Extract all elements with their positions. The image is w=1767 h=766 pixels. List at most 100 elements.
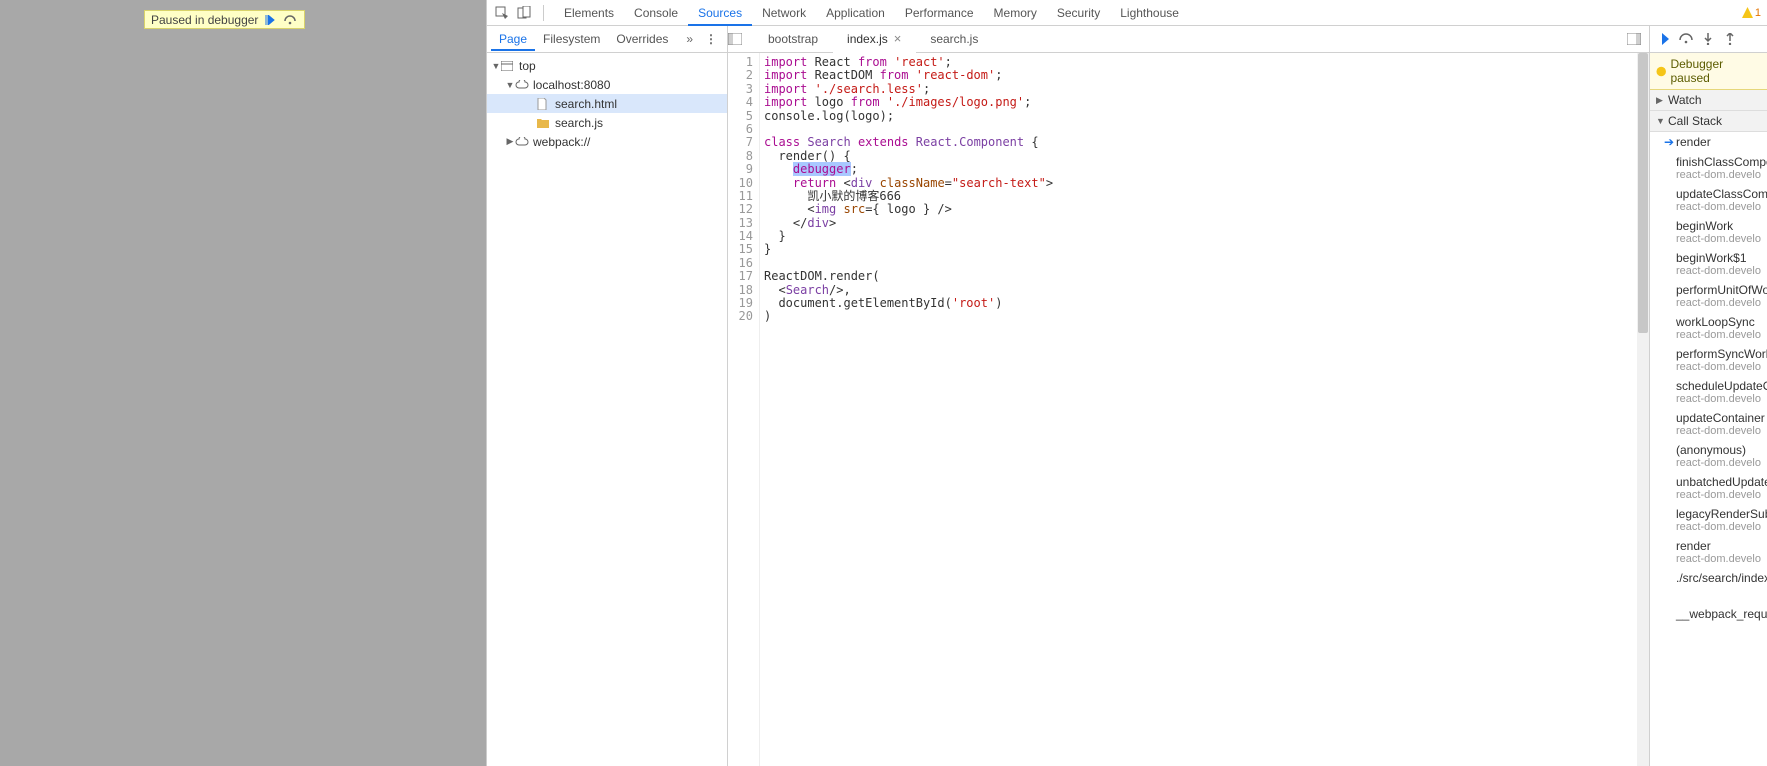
tab-memory[interactable]: Memory bbox=[984, 1, 1047, 25]
line-number[interactable]: 12 bbox=[728, 203, 753, 216]
code-line[interactable]: console.log(logo); bbox=[764, 110, 1649, 123]
line-number[interactable]: 7 bbox=[728, 136, 753, 149]
editor-scrollbar[interactable] bbox=[1637, 53, 1649, 766]
code-line[interactable]: import ReactDOM from 'react-dom'; bbox=[764, 69, 1649, 82]
resume-icon[interactable] bbox=[262, 12, 278, 28]
stack-frame[interactable]: unbatchedUpdatesreact-dom.develo bbox=[1650, 472, 1767, 504]
editor-tab[interactable]: search.js bbox=[916, 26, 993, 53]
code-line[interactable] bbox=[764, 123, 1649, 136]
stack-frame[interactable]: beginWork$1react-dom.develo bbox=[1650, 248, 1767, 280]
tab-security[interactable]: Security bbox=[1047, 1, 1110, 25]
line-number[interactable]: 16 bbox=[728, 257, 753, 270]
tree-item[interactable]: ▼top bbox=[487, 56, 727, 75]
code-line[interactable]: <img src={ logo } /> bbox=[764, 203, 1649, 216]
line-number[interactable]: 1 bbox=[728, 56, 753, 69]
step-over-button[interactable] bbox=[1678, 31, 1694, 47]
code-line[interactable]: document.getElementById('root') bbox=[764, 297, 1649, 310]
line-number[interactable]: 19 bbox=[728, 297, 753, 310]
line-number[interactable]: 11 bbox=[728, 190, 753, 203]
stack-frame[interactable]: renderreact-dom.develo bbox=[1650, 536, 1767, 568]
code-line[interactable]: </div> bbox=[764, 217, 1649, 230]
watch-panel-header[interactable]: ▶ Watch bbox=[1650, 90, 1767, 111]
line-number[interactable]: 15 bbox=[728, 243, 753, 256]
code-line[interactable]: ReactDOM.render( bbox=[764, 270, 1649, 283]
step-over-icon[interactable] bbox=[282, 12, 298, 28]
stack-frame[interactable]: scheduleUpdateOnreact-dom.develo bbox=[1650, 376, 1767, 408]
line-number[interactable]: 17 bbox=[728, 270, 753, 283]
line-number[interactable]: 13 bbox=[728, 217, 753, 230]
code-line[interactable]: return <div className="search-text"> bbox=[764, 177, 1649, 190]
warning-badge[interactable]: 1 bbox=[1742, 7, 1761, 19]
line-number[interactable]: 4 bbox=[728, 96, 753, 109]
inspect-icon[interactable] bbox=[493, 4, 511, 22]
line-number[interactable]: 3 bbox=[728, 83, 753, 96]
tab-sources[interactable]: Sources bbox=[688, 1, 752, 26]
code-editor[interactable]: 1234567891011121314151617181920 import R… bbox=[728, 53, 1649, 766]
code-line[interactable]: 凯小默的博客666 bbox=[764, 190, 1649, 203]
stack-frame[interactable]: performUnitOfWorreact-dom.develo bbox=[1650, 280, 1767, 312]
stack-frame[interactable]: legacyRenderSubtrreact-dom.develo bbox=[1650, 504, 1767, 536]
callstack-list[interactable]: ➔renderfinishClassComponreact-dom.develo… bbox=[1650, 132, 1767, 766]
stack-frame[interactable]: finishClassComponreact-dom.develo bbox=[1650, 152, 1767, 184]
tab-network[interactable]: Network bbox=[752, 1, 816, 25]
stack-frame[interactable]: __webpack_require bbox=[1650, 604, 1767, 624]
step-into-button[interactable] bbox=[1700, 31, 1716, 47]
stack-frame[interactable]: updateContainerreact-dom.develo bbox=[1650, 408, 1767, 440]
navtab-filesystem[interactable]: Filesystem bbox=[535, 27, 608, 51]
line-number[interactable]: 20 bbox=[728, 310, 753, 323]
step-out-button[interactable] bbox=[1722, 31, 1738, 47]
tab-elements[interactable]: Elements bbox=[554, 1, 624, 25]
line-number[interactable]: 2 bbox=[728, 69, 753, 82]
resume-button[interactable] bbox=[1656, 31, 1672, 47]
code-content[interactable]: import React from 'react';import ReactDO… bbox=[760, 53, 1649, 766]
scrollbar-thumb[interactable] bbox=[1638, 53, 1648, 333]
tab-performance[interactable]: Performance bbox=[895, 1, 984, 25]
stack-frame[interactable] bbox=[1650, 588, 1767, 604]
stack-frame[interactable]: ./src/search/index.j bbox=[1650, 568, 1767, 588]
navtab-page[interactable]: Page bbox=[491, 27, 535, 51]
close-tab-icon[interactable]: × bbox=[894, 31, 902, 46]
code-line[interactable]: class Search extends React.Component { bbox=[764, 136, 1649, 149]
tree-item[interactable]: search.js bbox=[487, 113, 727, 132]
tree-item[interactable]: ▶webpack:// bbox=[487, 132, 727, 151]
device-icon[interactable] bbox=[515, 4, 533, 22]
stack-frame[interactable]: beginWorkreact-dom.develo bbox=[1650, 216, 1767, 248]
code-line[interactable]: import logo from './images/logo.png'; bbox=[764, 96, 1649, 109]
code-line[interactable]: render() { bbox=[764, 150, 1649, 163]
line-number[interactable]: 18 bbox=[728, 284, 753, 297]
code-line[interactable]: } bbox=[764, 230, 1649, 243]
code-line[interactable]: import './search.less'; bbox=[764, 83, 1649, 96]
code-line[interactable]: debugger; bbox=[764, 163, 1649, 176]
code-line[interactable] bbox=[764, 257, 1649, 270]
line-number[interactable]: 9 bbox=[728, 163, 753, 176]
toggle-navigator-icon[interactable] bbox=[728, 33, 754, 45]
code-line[interactable]: } bbox=[764, 243, 1649, 256]
tab-console[interactable]: Console bbox=[624, 1, 688, 25]
more-tabs-icon[interactable]: » bbox=[682, 32, 697, 46]
line-gutter[interactable]: 1234567891011121314151617181920 bbox=[728, 53, 760, 766]
file-tree[interactable]: ▼top▼localhost:8080search.htmlsearch.js▶… bbox=[487, 53, 727, 766]
stack-frame[interactable]: (anonymous)react-dom.develo bbox=[1650, 440, 1767, 472]
line-number[interactable]: 10 bbox=[728, 177, 753, 190]
editor-tab[interactable]: bootstrap bbox=[754, 26, 833, 53]
stack-frame[interactable]: workLoopSyncreact-dom.develo bbox=[1650, 312, 1767, 344]
tab-application[interactable]: Application bbox=[816, 1, 895, 25]
line-number[interactable]: 14 bbox=[728, 230, 753, 243]
tree-item[interactable]: ▼localhost:8080 bbox=[487, 75, 727, 94]
line-number[interactable]: 6 bbox=[728, 123, 753, 136]
stack-frame[interactable]: updateClassComporeact-dom.develo bbox=[1650, 184, 1767, 216]
code-line[interactable]: ) bbox=[764, 310, 1649, 323]
code-line[interactable]: import React from 'react'; bbox=[764, 56, 1649, 69]
tree-item[interactable]: search.html bbox=[487, 94, 727, 113]
kebab-menu-icon[interactable]: ⋮ bbox=[699, 32, 723, 46]
line-number[interactable]: 8 bbox=[728, 150, 753, 163]
callstack-panel-header[interactable]: ▼ Call Stack bbox=[1650, 111, 1767, 132]
stack-frame[interactable]: ➔render bbox=[1650, 132, 1767, 152]
line-number[interactable]: 5 bbox=[728, 110, 753, 123]
stack-frame[interactable]: performSyncWorkCreact-dom.develo bbox=[1650, 344, 1767, 376]
editor-tab[interactable]: index.js× bbox=[833, 26, 916, 53]
code-line[interactable]: <Search/>, bbox=[764, 284, 1649, 297]
tab-lighthouse[interactable]: Lighthouse bbox=[1110, 1, 1189, 25]
toggle-debugger-icon[interactable] bbox=[1619, 33, 1649, 45]
navtab-overrides[interactable]: Overrides bbox=[608, 27, 676, 51]
